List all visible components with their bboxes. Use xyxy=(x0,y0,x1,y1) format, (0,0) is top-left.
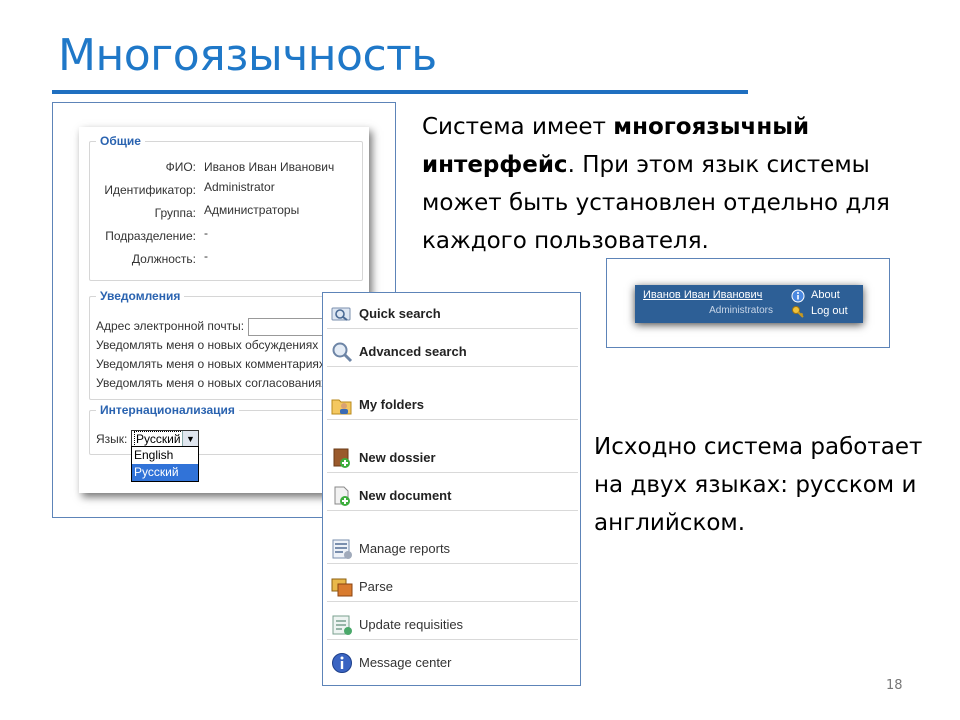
notify-approvals[interactable]: Уведомлять меня о новых согласованиях xyxy=(96,376,327,390)
document-add-icon xyxy=(334,486,350,506)
about-label: About xyxy=(811,289,840,301)
menu-item-new-dossier[interactable]: New dossier xyxy=(327,443,578,473)
update-icon xyxy=(332,615,352,635)
field-value: Иванов Иван Иванович xyxy=(204,160,335,174)
notifications-legend: Уведомления xyxy=(96,289,185,303)
slide-title: Многоязычность xyxy=(58,30,437,81)
field-label: ФИО: xyxy=(165,160,196,174)
folder-user-icon xyxy=(331,399,352,415)
menu-item-label: Update requisities xyxy=(359,617,464,632)
user-name-link[interactable]: Иванов Иван Иванович xyxy=(643,289,762,301)
user-role: Administrators xyxy=(709,305,773,316)
logout-link[interactable]: Log out xyxy=(792,305,848,318)
language-option-english[interactable]: English xyxy=(132,447,198,464)
menu-item-label: Advanced search xyxy=(359,344,467,359)
field-label: Идентификатор: xyxy=(104,183,196,197)
field-label: Должность: xyxy=(131,252,196,266)
parse-icon xyxy=(331,578,353,597)
menu-item-new-document[interactable]: New document xyxy=(327,481,578,511)
menu-item-label: New document xyxy=(359,488,452,503)
menu-item-manage-reports[interactable]: Manage reports xyxy=(327,534,578,564)
field-label: Подразделение: xyxy=(105,229,196,243)
general-group: Общие ФИО: Иванов Иван Иванович Идентифи… xyxy=(89,134,363,281)
field-label: Группа: xyxy=(154,206,196,220)
email-label: Адрес электронной почты: xyxy=(96,319,245,333)
menu-item-label: Quick search xyxy=(359,306,441,321)
menu-item-parse[interactable]: Parse xyxy=(327,572,578,602)
language-dropdown-list: English Русский xyxy=(131,446,199,482)
chevron-down-icon[interactable]: ▼ xyxy=(182,431,198,447)
menu-item-label: Manage reports xyxy=(359,541,451,556)
para1-normal: Система имеет xyxy=(422,114,614,140)
menu-item-message-center[interactable]: Message center xyxy=(327,648,578,678)
menu-item-quick-search[interactable]: Quick search xyxy=(327,299,578,329)
page-number: 18 xyxy=(886,678,903,693)
menu-item-update-requisities[interactable]: Update requisities xyxy=(327,610,578,640)
i18n-legend: Интернационализация xyxy=(96,403,239,417)
menu-item-my-folders[interactable]: My folders xyxy=(327,390,578,420)
advanced-search-icon xyxy=(332,342,353,363)
menu-item-label: My folders xyxy=(359,397,425,412)
dossier-add-icon xyxy=(333,448,350,468)
menu-screenshot: Quick search Advanced search My folders … xyxy=(322,292,581,686)
field-value: Администраторы xyxy=(204,203,300,217)
description-paragraph: Система имеет многоязычный интерфейс. Пр… xyxy=(422,108,912,260)
menu-item-advanced-search[interactable]: Advanced search xyxy=(327,337,578,367)
language-label: Язык: xyxy=(96,432,128,446)
key-icon xyxy=(792,306,804,318)
language-option-russian[interactable]: Русский xyxy=(132,464,198,481)
info-icon xyxy=(791,289,805,303)
info-icon xyxy=(332,653,352,673)
logout-label: Log out xyxy=(811,305,848,317)
field-value: - xyxy=(204,249,208,263)
menu-item-label: Message center xyxy=(359,655,452,670)
field-value: Administrator xyxy=(204,180,275,194)
title-underline xyxy=(52,90,748,94)
header-screenshot: Иванов Иван Иванович Administrators Abou… xyxy=(606,258,890,348)
notify-comments[interactable]: Уведомлять меня о новых комментариях xyxy=(96,357,325,371)
user-header-bar: Иванов Иван Иванович Administrators Abou… xyxy=(635,285,863,323)
about-link[interactable]: About xyxy=(791,289,840,303)
menu-item-label: Parse xyxy=(359,579,393,594)
notify-discussions[interactable]: Уведомлять меня о новых обсуждениях xyxy=(96,338,318,352)
languages-paragraph: Исходно система работает на двух языках:… xyxy=(594,434,923,536)
field-value: - xyxy=(204,226,208,240)
magnifier-icon xyxy=(331,307,351,321)
language-selected: Русский xyxy=(134,431,183,447)
reports-icon xyxy=(332,539,352,559)
menu-item-label: New dossier xyxy=(359,450,436,465)
general-legend: Общие xyxy=(96,134,145,148)
